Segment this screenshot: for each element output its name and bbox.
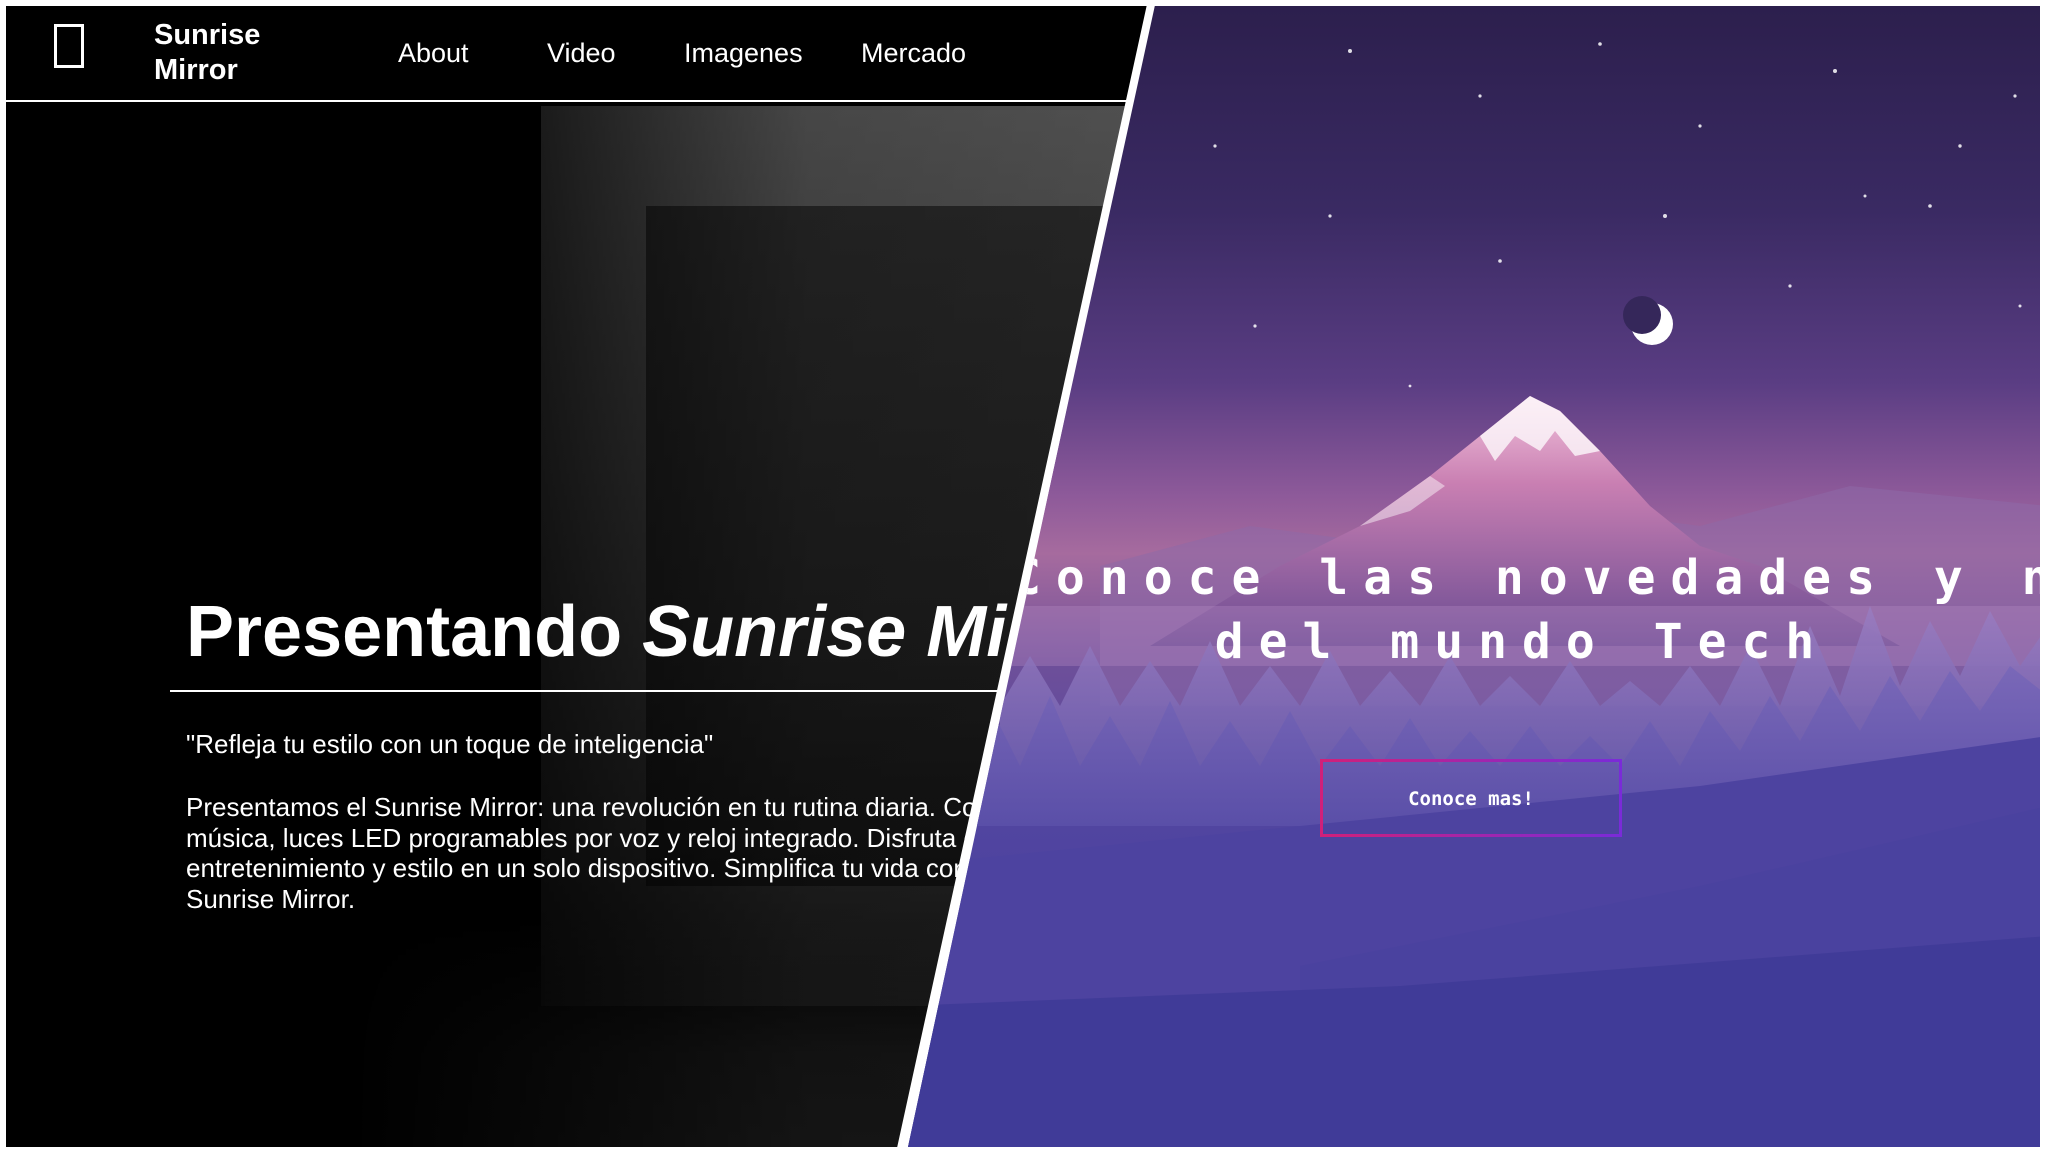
composite-screenshot: Sunrise Mirror About Video Imagenes Merc… bbox=[0, 0, 2048, 1153]
split-divider bbox=[896, 0, 1156, 1153]
